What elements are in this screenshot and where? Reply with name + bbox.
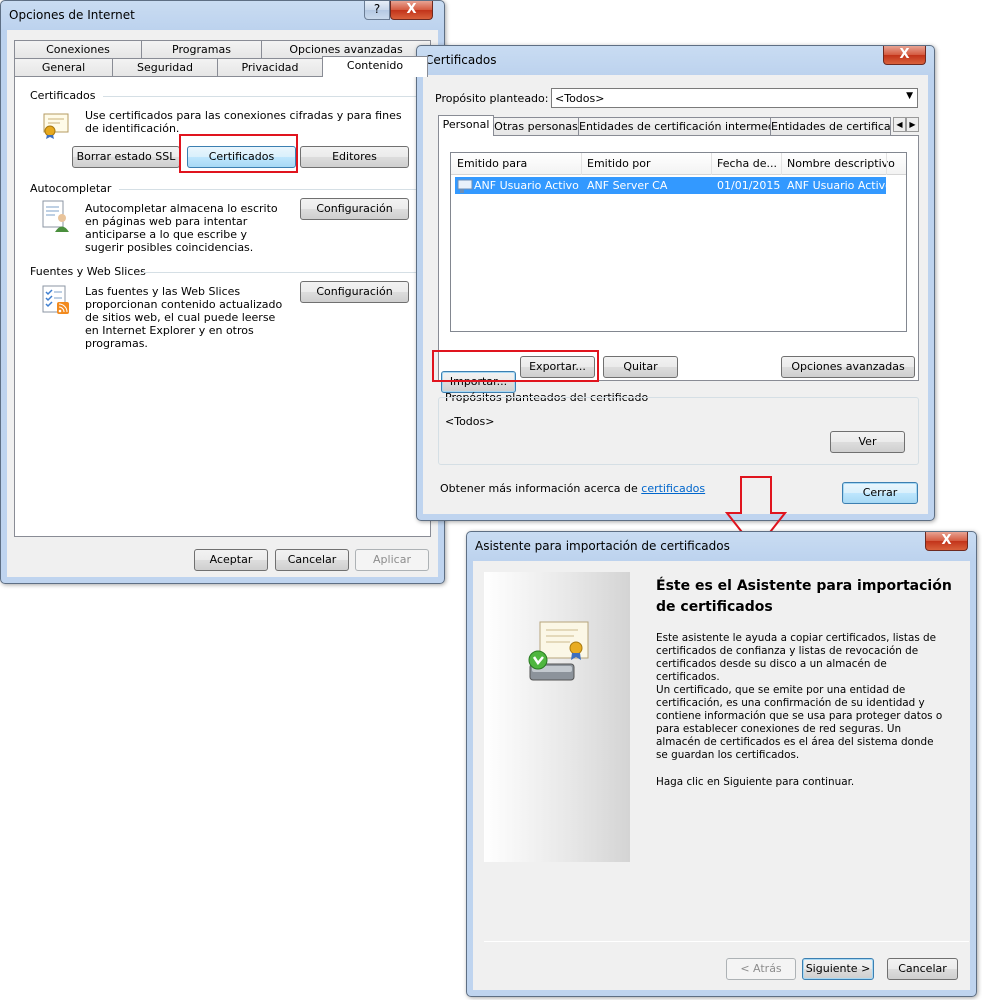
column-fecha[interactable]: Fecha de... xyxy=(717,157,777,170)
tab-scroll-right[interactable]: ▶ xyxy=(906,117,919,132)
close-button[interactable]: X xyxy=(925,532,968,551)
column-emitido-por[interactable]: Emitido por xyxy=(587,157,651,170)
tab-contenido[interactable]: Contenido xyxy=(322,56,428,77)
autocompletar-description: Autocompletar almacena lo escrito en pág… xyxy=(85,202,278,254)
fuentes-group-label: Fuentes y Web Slices xyxy=(30,265,146,278)
table-row[interactable]: ANF Usuario Activo ANF Server CA 01/01/2… xyxy=(455,177,892,194)
tab-scroll-left[interactable]: ◀ xyxy=(893,117,906,132)
quitar-button[interactable]: Quitar xyxy=(603,356,678,378)
siguiente-button[interactable]: Siguiente > xyxy=(802,958,874,980)
cancelar-button[interactable]: Cancelar xyxy=(887,958,958,980)
propositos-value: <Todos> xyxy=(445,415,495,428)
close-button[interactable]: X xyxy=(883,46,926,65)
wizard-heading: Éste es el Asistente para importación de… xyxy=(656,578,952,615)
column-emitido-para[interactable]: Emitido para xyxy=(457,157,527,170)
certificate-icon xyxy=(457,179,473,193)
aplicar-button[interactable]: Aplicar xyxy=(355,549,429,571)
autocompletar-group-label: Autocompletar xyxy=(30,182,112,195)
wizard-paragraph-2: Un certificado, que se emite por una ent… xyxy=(656,684,943,761)
list-header: Emitido para Emitido por Fecha de... Nom… xyxy=(451,153,906,175)
divider xyxy=(581,153,582,175)
divider xyxy=(484,941,969,942)
proposito-value: <Todos> xyxy=(555,92,605,105)
certificate-list[interactable]: Emitido para Emitido por Fecha de... Nom… xyxy=(450,152,907,332)
window-title: Opciones de Internet xyxy=(9,8,135,22)
certificate-import-icon xyxy=(528,621,589,681)
aceptar-button[interactable]: Aceptar xyxy=(194,549,268,571)
atras-button[interactable]: < Atrás xyxy=(726,958,796,980)
dialog-body: Conexiones Programas Opciones avanzadas … xyxy=(7,30,438,577)
info-prefix: Obtener más información acerca de xyxy=(440,482,638,495)
cell-emitido-para: ANF Usuario Activo xyxy=(474,179,579,192)
divider xyxy=(711,153,712,175)
internet-options-window: Opciones de Internet ? X Conexiones Prog… xyxy=(0,0,445,584)
certificados-link[interactable]: certificados xyxy=(641,482,705,495)
tab-privacidad[interactable]: Privacidad xyxy=(217,58,323,77)
wizard-paragraph-1: Este asistente le ayuda a copiar certifi… xyxy=(656,632,937,683)
dialog-body: Éste es el Asistente para importación de… xyxy=(473,561,970,990)
cell-fecha: 01/01/2015 xyxy=(717,179,781,192)
column-nombre-descriptivo[interactable]: Nombre descriptivo xyxy=(787,157,895,170)
tab-personal[interactable]: Personal xyxy=(438,115,494,136)
divider xyxy=(886,153,887,175)
chevron-down-icon: ▼ xyxy=(906,91,913,101)
fuentes-configuracion-button[interactable]: Configuración xyxy=(300,281,409,303)
editores-button[interactable]: Editores xyxy=(300,146,409,168)
tab-page-personal: Emitido para Emitido por Fecha de... Nom… xyxy=(438,135,919,393)
autocompletar-configuracion-button[interactable]: Configuración xyxy=(300,198,409,220)
proposito-select[interactable]: <Todos> ▼ xyxy=(551,88,918,108)
help-button[interactable]: ? xyxy=(364,1,390,20)
certificate-icon xyxy=(43,113,69,139)
tab-general[interactable]: General xyxy=(14,58,113,77)
window-title: Asistente para importación de certificad… xyxy=(475,539,730,553)
feeds-icon xyxy=(42,285,69,314)
highlight-certificados xyxy=(179,134,298,173)
tab-conexiones[interactable]: Conexiones xyxy=(14,40,142,59)
proposito-label: Propósito planteado: xyxy=(435,92,549,105)
borrar-estado-ssl-button[interactable]: Borrar estado SSL xyxy=(72,146,180,168)
highlight-import-export xyxy=(432,350,599,382)
cancelar-button[interactable]: Cancelar xyxy=(275,549,349,571)
cell-nombre: ANF Usuario Activo xyxy=(787,179,892,192)
certificados-window: Certificados X Propósito planteado: <Tod… xyxy=(416,45,935,521)
divider xyxy=(141,272,418,273)
certificados-description: Use certificados para las conexiones cif… xyxy=(85,109,402,135)
import-wizard-window: Asistente para importación de certificad… xyxy=(466,531,977,997)
tab-seguridad[interactable]: Seguridad xyxy=(112,58,218,77)
tab-entidades-intermedias[interactable]: Entidades de certificación intermedias xyxy=(578,117,790,136)
window-title: Certificados xyxy=(425,53,497,67)
close-button[interactable]: X xyxy=(390,1,433,20)
info-text: Obtener más información acerca de certif… xyxy=(440,482,705,495)
autocomplete-form-icon xyxy=(42,200,69,232)
divider xyxy=(119,189,418,190)
wizard-paragraph-3: Haga clic en Siguiente para continuar. xyxy=(656,776,855,788)
certificados-group-label: Certificados xyxy=(30,89,96,102)
cerrar-button[interactable]: Cerrar xyxy=(842,482,918,504)
tab-programas[interactable]: Programas xyxy=(141,40,262,59)
wizard-banner xyxy=(484,572,630,862)
tab-otras-personas[interactable]: Otras personas xyxy=(493,117,579,136)
fuentes-description: Las fuentes y las Web Slices proporciona… xyxy=(85,285,283,350)
ver-button[interactable]: Ver xyxy=(830,431,905,453)
divider xyxy=(103,96,418,97)
dialog-body: Propósito planteado: <Todos> ▼ Personal … xyxy=(423,75,928,514)
opciones-avanzadas-button[interactable]: Opciones avanzadas xyxy=(781,356,915,378)
cell-emitido-por: ANF Server CA xyxy=(587,179,668,192)
divider xyxy=(781,153,782,175)
tab-entidades-raiz[interactable]: Entidades de certificaci xyxy=(770,117,891,136)
